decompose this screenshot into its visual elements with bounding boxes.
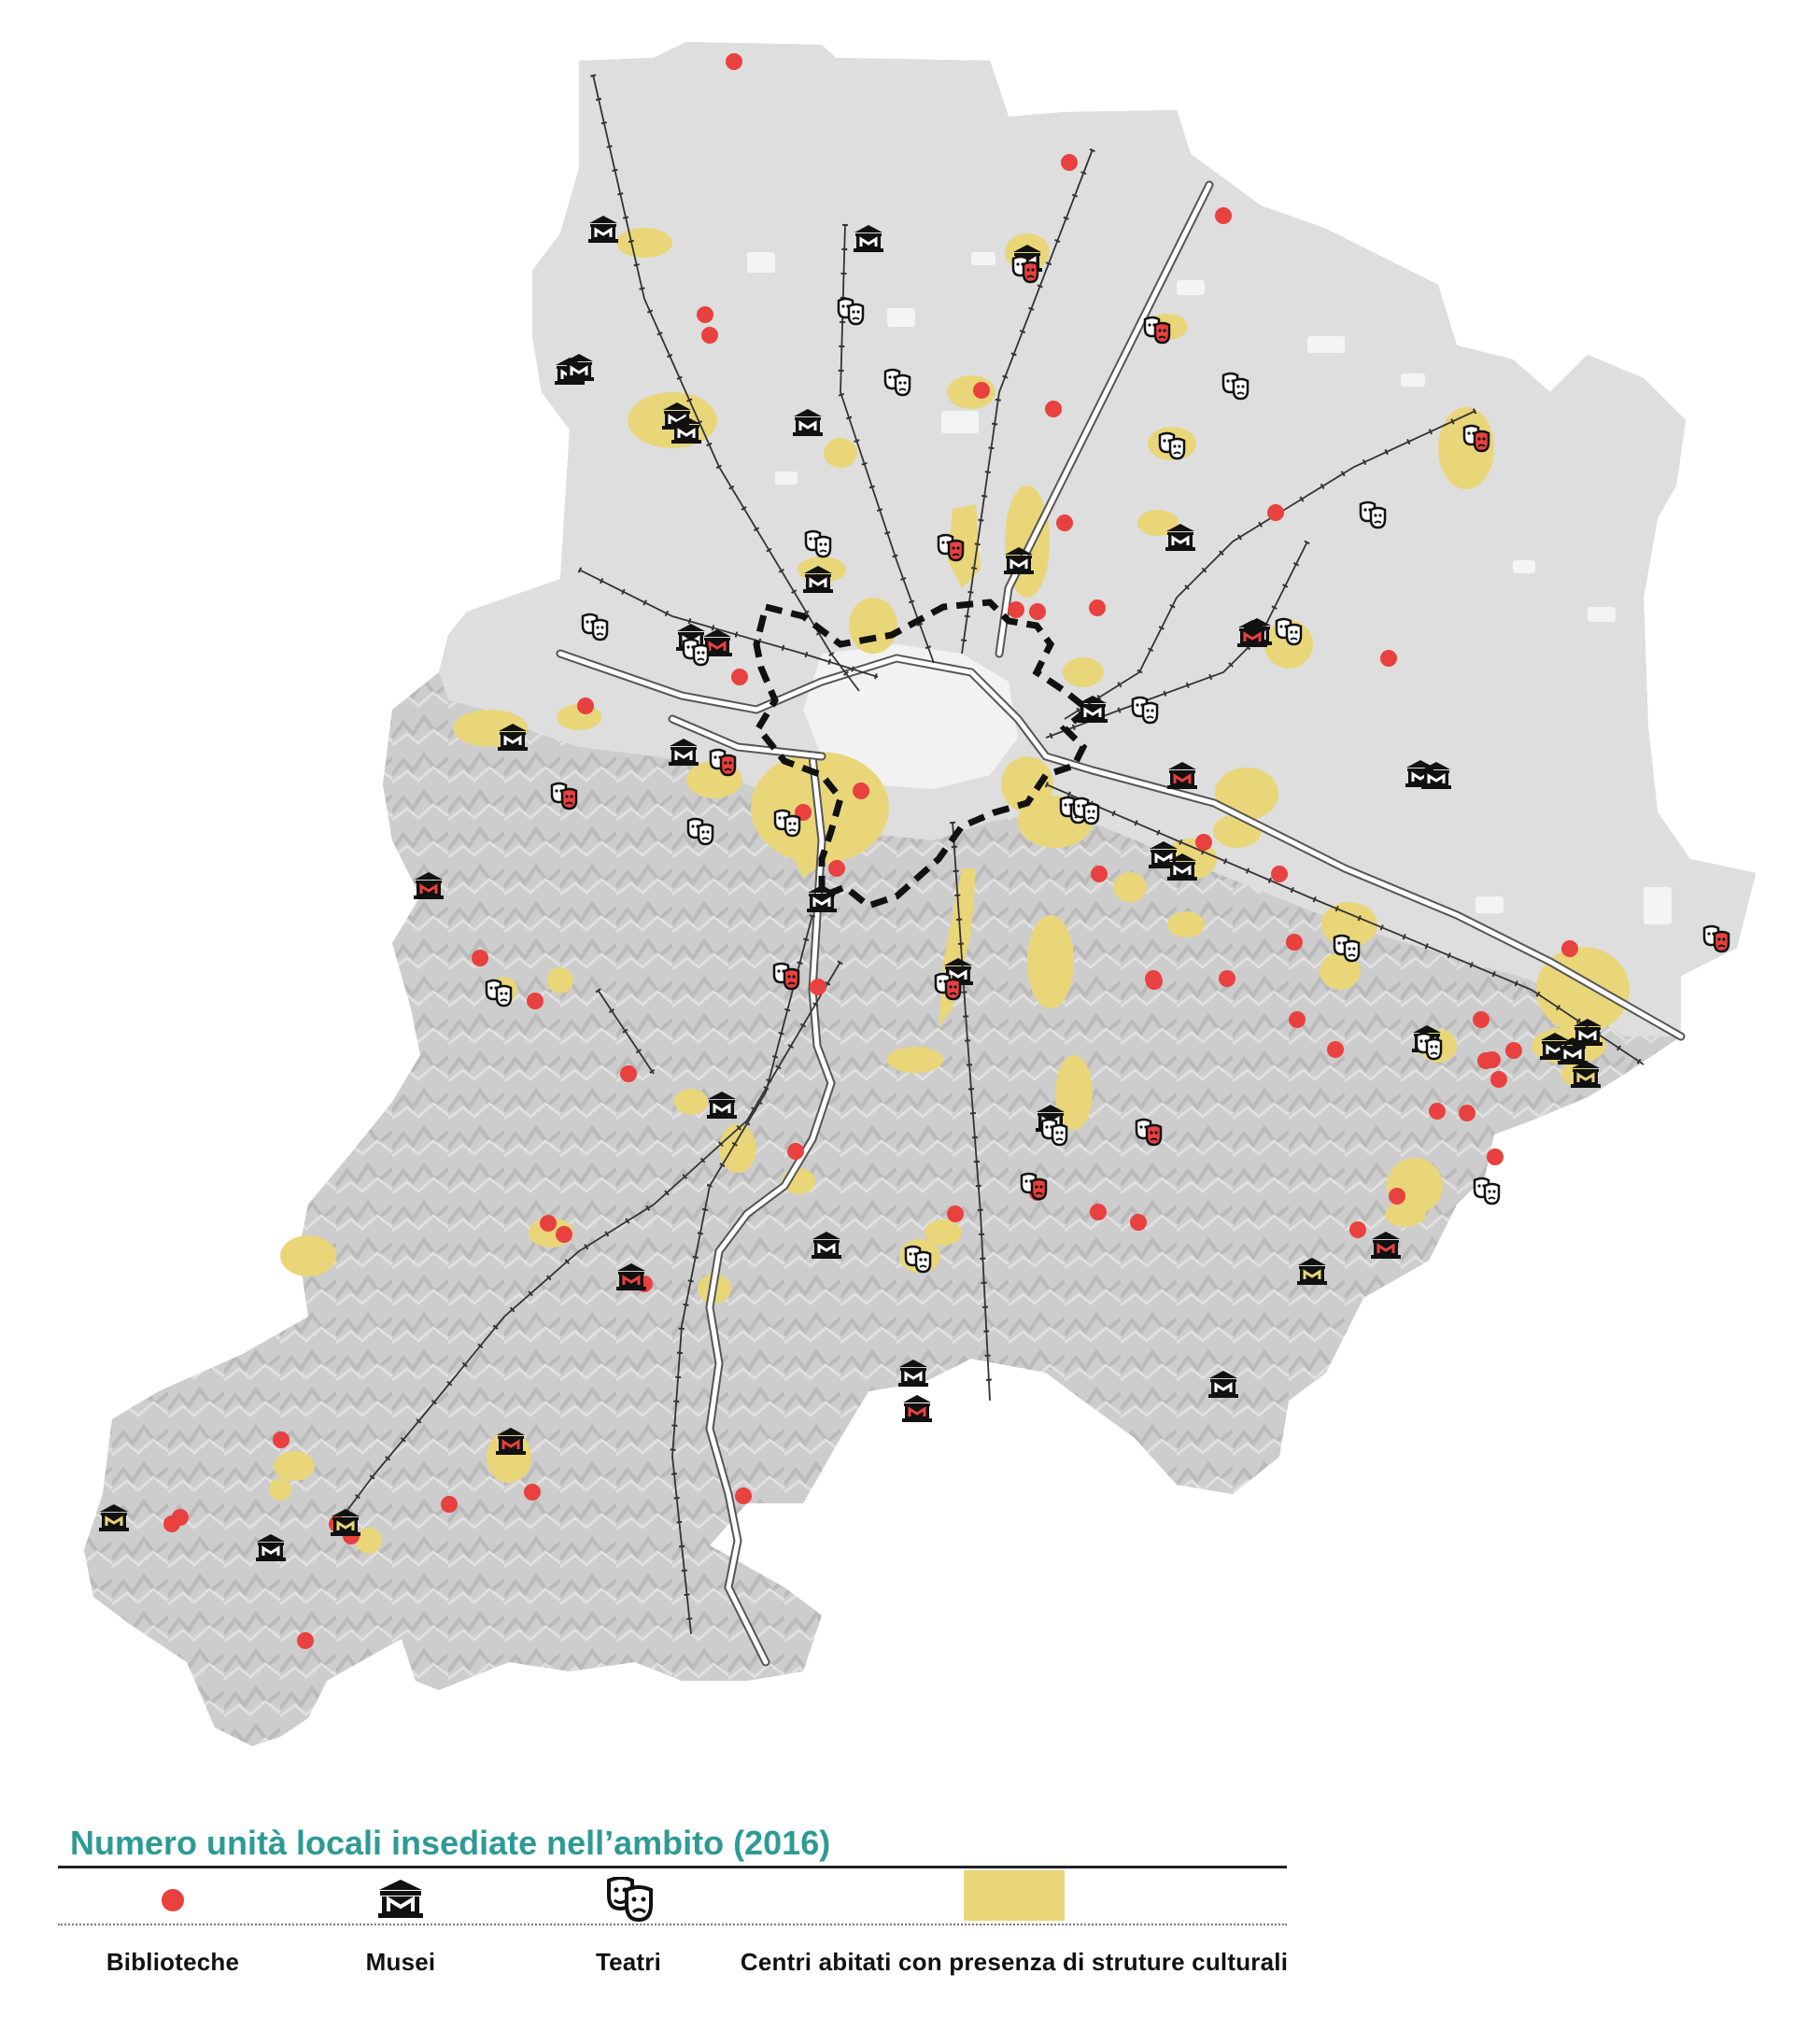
- museum-icon: [902, 1395, 932, 1422]
- legend-dotted-rule: [58, 1924, 1287, 1925]
- urban-patch: [1475, 896, 1504, 913]
- library-dot: [947, 1205, 964, 1222]
- library-dot: [1056, 515, 1073, 531]
- urban-patch: [971, 252, 995, 265]
- map-canvas[interactable]: [0, 0, 1793, 2044]
- library-dot: [1195, 834, 1212, 851]
- urban-patch: [887, 308, 915, 327]
- theatre-masks-icon: [1473, 1177, 1501, 1205]
- settlement-area: [1385, 1201, 1426, 1227]
- library-dot: [853, 782, 869, 799]
- library-dot: [620, 1065, 637, 1082]
- library-dot: [1267, 504, 1284, 521]
- settlement-area: [280, 1235, 336, 1276]
- library-dot: [726, 53, 742, 70]
- legend-theatre-icon: [607, 1877, 653, 1922]
- urban-patch: [1588, 607, 1616, 622]
- library-dot: [1484, 1051, 1501, 1068]
- library-dot: [1429, 1103, 1446, 1120]
- legend-museum-icon: [378, 1880, 423, 1918]
- library-dot: [1349, 1221, 1366, 1238]
- settlement-area: [1027, 915, 1074, 1008]
- library-dot: [1473, 1011, 1489, 1028]
- settlement-area: [1167, 911, 1205, 937]
- legend-label-biblioteche: Biblioteche: [106, 1948, 240, 1976]
- legend-title: Numero unità locali insediate nell’ambit…: [70, 1824, 831, 1862]
- map-background: [84, 42, 1756, 1746]
- library-dot: [1490, 1071, 1507, 1088]
- library-dot: [1561, 940, 1578, 957]
- library-dot: [441, 1496, 458, 1513]
- library-dot: [1089, 599, 1106, 616]
- urban-patch: [941, 411, 979, 433]
- urban-patch: [1401, 374, 1425, 387]
- library-dot: [1091, 866, 1108, 882]
- settlement-area: [1113, 872, 1147, 902]
- library-dot: [273, 1431, 289, 1448]
- urban-patch: [1644, 887, 1672, 924]
- library-dot: [697, 306, 713, 323]
- library-dot: [1271, 866, 1288, 882]
- library-dot: [810, 979, 826, 995]
- library-dot: [1130, 1214, 1147, 1231]
- library-dot: [828, 860, 845, 877]
- settlement-area: [674, 1089, 708, 1115]
- library-dot: [1459, 1105, 1475, 1121]
- library-dot: [163, 1515, 180, 1532]
- legend-label-musei: Musei: [365, 1948, 436, 1976]
- library-dot: [1380, 650, 1397, 667]
- library-dot: [540, 1215, 557, 1232]
- urban-patch: [1177, 280, 1205, 295]
- library-dot: [1286, 934, 1303, 951]
- library-dot: [472, 950, 488, 966]
- library-dot: [731, 669, 748, 685]
- settlement-area: [824, 438, 857, 468]
- settlement-area: [547, 967, 573, 994]
- library-dot: [1487, 1149, 1504, 1165]
- library-dot: [1008, 601, 1024, 618]
- library-dot: [701, 327, 718, 344]
- legend-label-centri: Centri abitati con presenza di struture …: [740, 1948, 1289, 1976]
- library-dot: [787, 1143, 804, 1160]
- library-dot: [1289, 1011, 1306, 1028]
- library-dot: [973, 382, 990, 399]
- library-dot: [297, 1632, 314, 1649]
- settlement-area: [269, 1478, 291, 1501]
- settlement-area: [616, 228, 672, 258]
- urban-patch: [1307, 336, 1345, 353]
- library-dot: [1505, 1042, 1522, 1059]
- urban-patch: [775, 472, 798, 485]
- library-dot: [556, 1226, 572, 1243]
- urban-patch: [747, 252, 775, 273]
- library-dot: [1061, 154, 1078, 171]
- library-dot: [735, 1487, 752, 1504]
- library-dot: [577, 698, 594, 714]
- library-dot: [1146, 973, 1163, 990]
- legend-library-dot: [162, 1889, 184, 1911]
- library-dot: [1327, 1041, 1344, 1058]
- library-dot: [1219, 970, 1235, 987]
- library-dot: [524, 1484, 541, 1501]
- legend-settlement-swatch: [964, 1870, 1065, 1921]
- settlement-area: [356, 1528, 382, 1554]
- library-dot: [1045, 401, 1062, 417]
- legend-label-teatri: Teatri: [595, 1948, 662, 1976]
- library-dot: [1215, 207, 1232, 224]
- library-dot: [527, 993, 544, 1009]
- settlement-area: [1063, 657, 1104, 687]
- settlement-area: [887, 1047, 943, 1073]
- legend-top-rule: [58, 1866, 1287, 1868]
- settlement-area: [1137, 510, 1179, 536]
- settlement-area: [849, 598, 897, 654]
- library-dot: [1029, 603, 1046, 620]
- settlement-area: [274, 1451, 315, 1481]
- library-dot: [1090, 1204, 1107, 1220]
- urban-patch: [1513, 560, 1535, 573]
- library-dot: [1389, 1188, 1405, 1205]
